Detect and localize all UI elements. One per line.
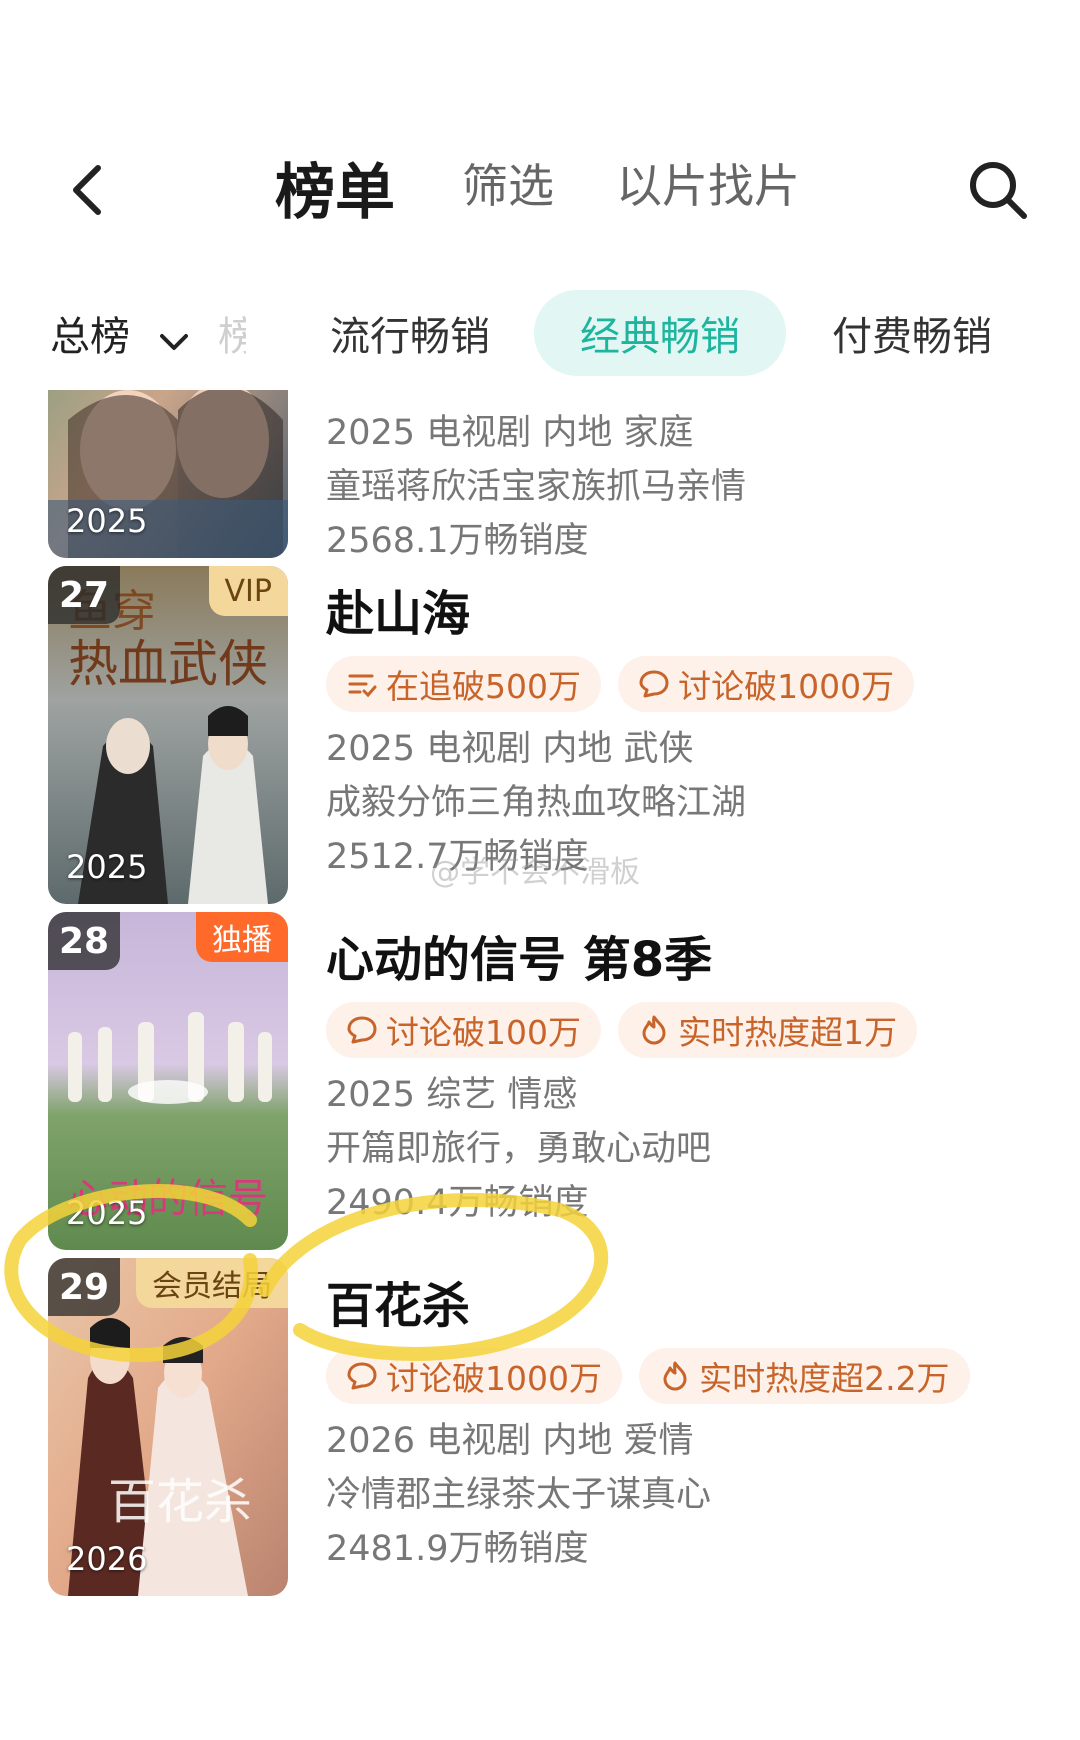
tag-following: 在追破500万 (326, 656, 601, 712)
list-icon (348, 674, 377, 698)
poster-year: 2025 (66, 848, 148, 886)
comment-icon (639, 670, 669, 698)
tag-row: 讨论破1000万 实时热度超2.2万 (326, 1348, 982, 1404)
rank-badge: 27 (48, 566, 120, 624)
poster-year: 2026 (66, 1540, 148, 1578)
comment-icon (347, 1362, 377, 1390)
tag-discussion: 讨论破1000万 (326, 1348, 622, 1404)
poster-image[interactable]: 百花杀 29 会员结局 2026 (48, 1258, 288, 1596)
tag-heat: 实时热度超1万 (618, 1002, 918, 1058)
list-item[interactable]: 心动的信号 28 独播 2025 心动的信号 第8季 讨论破100万 实时热度超… (0, 912, 1080, 1252)
list-item[interactable]: 百花杀 29 会员结局 2026 百花杀 讨论破1000万 实时热度超2.2万 … (0, 1258, 1080, 1598)
item-description: 冷情郡主绿茶太子谋真心 (326, 1475, 712, 1515)
item-title[interactable]: 赴山海 (326, 574, 470, 644)
tag-discussion: 讨论破100万 (326, 1002, 601, 1058)
item-meta: 2025 电视剧 内地 家庭 (326, 413, 694, 453)
tag-heat: 实时热度超2.2万 (639, 1348, 970, 1404)
search-button[interactable] (966, 158, 1030, 222)
comment-icon (347, 1016, 377, 1044)
tag-label: 在追破500万 (386, 667, 581, 706)
scrolled-tab-partial[interactable]: 榜 (218, 304, 246, 362)
svg-text:百花杀: 百花杀 (108, 1474, 252, 1530)
exclusive-badge: 独播 (196, 912, 288, 962)
top-nav: 榜单 筛选 以片找片 (0, 120, 1080, 250)
tag-discussion: 讨论破1000万 (618, 656, 915, 712)
tab-paid-sales[interactable]: 付费畅销 (832, 304, 992, 362)
list-item[interactable]: 2025 2025 电视剧 内地 家庭 童瑶蒋欣活宝家族抓马亲情 2568.1万… (0, 390, 1080, 561)
tag-label: 实时热度超1万 (678, 1013, 898, 1052)
item-description: 成毅分饰三角热血攻略江湖 (326, 783, 747, 823)
item-sales: 2568.1万畅销度 (326, 521, 589, 561)
ranking-list: 2025 2025 电视剧 内地 家庭 童瑶蒋欣活宝家族抓马亲情 2568.1万… (0, 390, 1080, 1740)
item-description: 童瑶蒋欣活宝家族抓马亲情 (326, 467, 747, 507)
poster-year: 2025 (66, 502, 148, 540)
tab-filter[interactable]: 筛选 (462, 150, 554, 216)
rank-badge: 28 (48, 912, 120, 970)
poster-image[interactable]: 心动的信号 28 独播 2025 (48, 912, 288, 1250)
category-tabs: 总榜 榜 流行畅销 经典畅销 付费畅销 (0, 290, 1080, 380)
item-sales: 2481.9万畅销度 (326, 1529, 589, 1569)
poster-year: 2025 (66, 1194, 148, 1232)
svg-text:热血武侠: 热血武侠 (68, 635, 268, 693)
item-meta: 2025 电视剧 内地 武侠 (326, 729, 694, 769)
tab-find-similar[interactable]: 以片找片 (616, 150, 800, 216)
vip-badge: VIP (208, 566, 288, 616)
fire-icon (642, 1015, 666, 1045)
dropdown-label: 总榜 (50, 314, 130, 360)
rank-badge: 29 (48, 1258, 120, 1316)
fire-icon (663, 1361, 687, 1391)
tab-classic-sales[interactable]: 经典畅销 (534, 290, 786, 376)
item-title[interactable]: 百花杀 (326, 1266, 470, 1336)
item-meta: 2025 综艺 情感 (326, 1075, 578, 1115)
tag-label: 讨论破1000万 (386, 1359, 602, 1398)
back-button[interactable] (60, 160, 120, 220)
poster-image[interactable]: 2025 (48, 390, 288, 558)
chevron-left-icon (73, 165, 101, 215)
item-description: 开篇即旅行，勇敢心动吧 (326, 1129, 712, 1169)
tag-label: 讨论破100万 (386, 1013, 581, 1052)
tab-ranking[interactable]: 榜单 (275, 144, 395, 231)
search-icon (970, 162, 1027, 219)
tab-popular-sales[interactable]: 流行畅销 (330, 304, 490, 362)
tag-label: 讨论破1000万 (678, 667, 895, 706)
item-meta: 2026 电视剧 内地 爱情 (326, 1421, 694, 1461)
member-finale-badge: 会员结局 (136, 1258, 288, 1308)
item-sales: 2490.4万畅销度 (326, 1183, 589, 1223)
tag-row: 讨论破100万 实时热度超1万 (326, 1002, 929, 1058)
item-title[interactable]: 心动的信号 第8季 (326, 920, 712, 990)
chevron-down-icon (159, 316, 189, 362)
tag-label: 实时热度超2.2万 (699, 1359, 950, 1398)
ranking-type-dropdown[interactable]: 总榜 (50, 304, 189, 362)
watermark: @学不会不滑板 (430, 855, 640, 890)
tag-row: 在追破500万 讨论破1000万 (326, 656, 926, 712)
poster-image[interactable]: 鱼穿 热血武侠 27 VIP 2025 (48, 566, 288, 904)
